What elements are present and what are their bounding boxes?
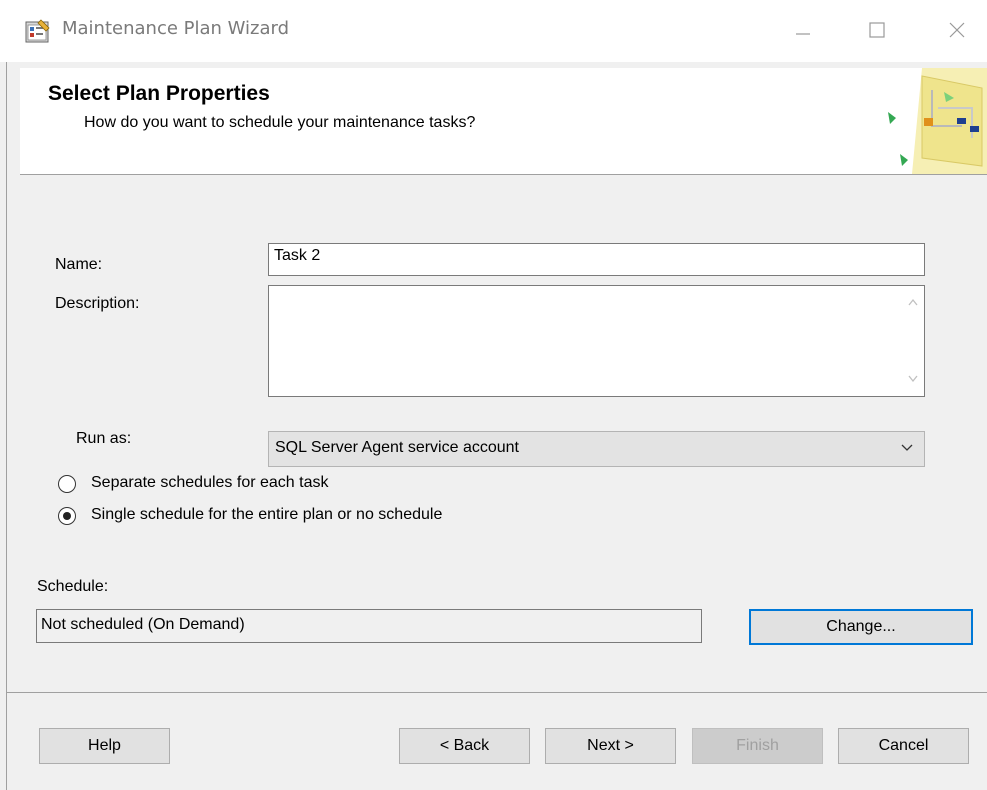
- help-button[interactable]: Help: [39, 728, 170, 764]
- minimize-icon[interactable]: [780, 12, 826, 48]
- change-schedule-button[interactable]: Change...: [749, 609, 973, 645]
- description-scrollbar[interactable]: [902, 286, 924, 396]
- name-label: Name:: [55, 256, 103, 273]
- run-as-label: Run as:: [76, 430, 132, 447]
- wizard-header: Select Plan Properties How do you want t…: [20, 68, 987, 175]
- schedule-label: Schedule:: [37, 578, 109, 595]
- radio-single-label[interactable]: Single schedule for the entire plan or n…: [91, 506, 442, 524]
- radio-selected-dot: [63, 512, 71, 520]
- maintenance-plan-wizard-window: Maintenance Plan Wizard Select Plan Prop…: [0, 0, 987, 790]
- wizard-flow-icon: [888, 68, 987, 174]
- window-left-border: [6, 62, 7, 790]
- scroll-up-icon: [908, 298, 918, 306]
- window-title: Maintenance Plan Wizard: [62, 18, 290, 39]
- radio-single-schedule[interactable]: [58, 507, 76, 525]
- finish-button: Finish: [692, 728, 823, 764]
- close-icon[interactable]: [934, 12, 980, 48]
- next-button[interactable]: Next >: [545, 728, 676, 764]
- page-title: Select Plan Properties: [48, 82, 270, 105]
- radio-separate-label[interactable]: Separate schedules for each task: [91, 474, 328, 492]
- run-as-dropdown[interactable]: SQL Server Agent service account: [268, 431, 925, 467]
- page-subtitle: How do you want to schedule your mainten…: [84, 114, 476, 131]
- chevron-down-icon: [901, 444, 913, 451]
- cancel-button[interactable]: Cancel: [838, 728, 969, 764]
- scroll-down-icon: [908, 375, 918, 383]
- footer-separator: [7, 692, 987, 693]
- name-input[interactable]: Task 2: [268, 243, 925, 276]
- maintenance-plan-app-icon: [25, 19, 50, 43]
- title-bar: Maintenance Plan Wizard: [0, 0, 987, 62]
- schedule-value: Not scheduled (On Demand): [36, 609, 702, 643]
- maximize-icon[interactable]: [855, 12, 901, 48]
- run-as-selected-value: SQL Server Agent service account: [275, 439, 519, 456]
- back-button[interactable]: < Back: [399, 728, 530, 764]
- radio-separate-schedules[interactable]: [58, 475, 76, 493]
- description-label: Description:: [55, 295, 140, 312]
- description-input[interactable]: [268, 285, 925, 397]
